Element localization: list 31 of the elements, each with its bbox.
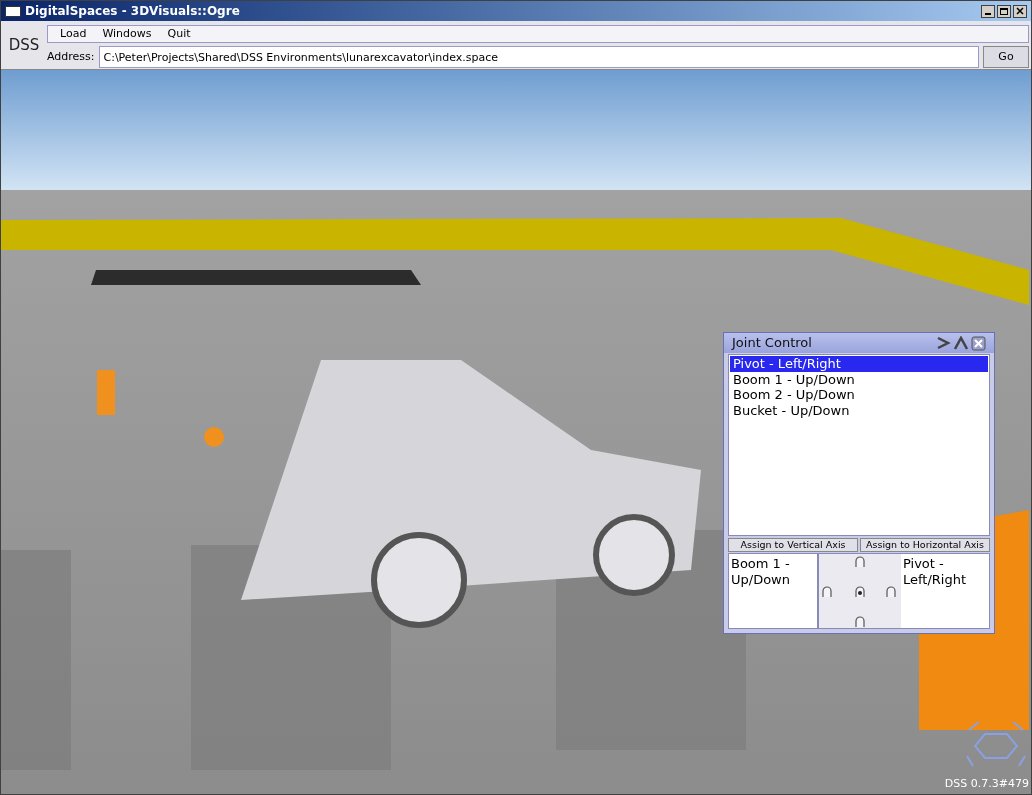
joystick-knob-icon xyxy=(854,556,866,568)
vertical-axis-value: Boom 1 - Up/Down xyxy=(729,554,819,628)
go-button[interactable]: Go xyxy=(983,46,1029,68)
maximize-button[interactable] xyxy=(997,4,1011,18)
chevron-up-icon[interactable] xyxy=(953,336,969,350)
joystick-knob-icon xyxy=(885,586,897,598)
address-field[interactable]: C:\Peter\Projects\Shared\DSS Environments\lunarexcavator\index.space xyxy=(98,46,979,68)
address-label: Address: xyxy=(47,48,95,65)
window-icon xyxy=(5,5,21,17)
joint-list-item[interactable]: Boom 1 - Up/Down xyxy=(730,371,988,387)
close-icon[interactable] xyxy=(971,335,986,351)
joystick-knob-icon xyxy=(821,586,833,598)
chevron-right-icon[interactable] xyxy=(935,336,951,350)
close-button[interactable] xyxy=(1013,4,1027,18)
menu-item[interactable]: Load xyxy=(60,25,87,43)
assign-axis-button[interactable]: Assign to Vertical Axis xyxy=(728,538,858,552)
panel-title: Joint Control xyxy=(732,334,812,353)
assign-axis-button[interactable]: Assign to Horizontal Axis xyxy=(860,538,990,552)
menu-item[interactable]: Windows xyxy=(102,25,152,43)
joystick-knob-icon xyxy=(854,616,866,628)
joystick-pad[interactable] xyxy=(819,554,901,628)
app-label: DSS xyxy=(7,34,41,56)
version-label: DSS 0.7.3#479 xyxy=(944,775,1029,792)
minimize-button[interactable] xyxy=(981,4,995,18)
joint-list-item[interactable]: Bucket - Up/Down xyxy=(730,402,988,418)
horizontal-axis-value: Pivot - Left/Right xyxy=(901,554,989,628)
joint-list-item[interactable]: Boom 2 - Up/Down xyxy=(730,387,988,403)
menu-item[interactable]: Quit xyxy=(167,25,191,43)
joint-list-item[interactable]: Pivot - Left/Right xyxy=(730,356,988,372)
window-title: DigitalSpaces - 3DVisuals::Ogre xyxy=(25,3,240,20)
joystick-center-icon xyxy=(854,586,866,598)
